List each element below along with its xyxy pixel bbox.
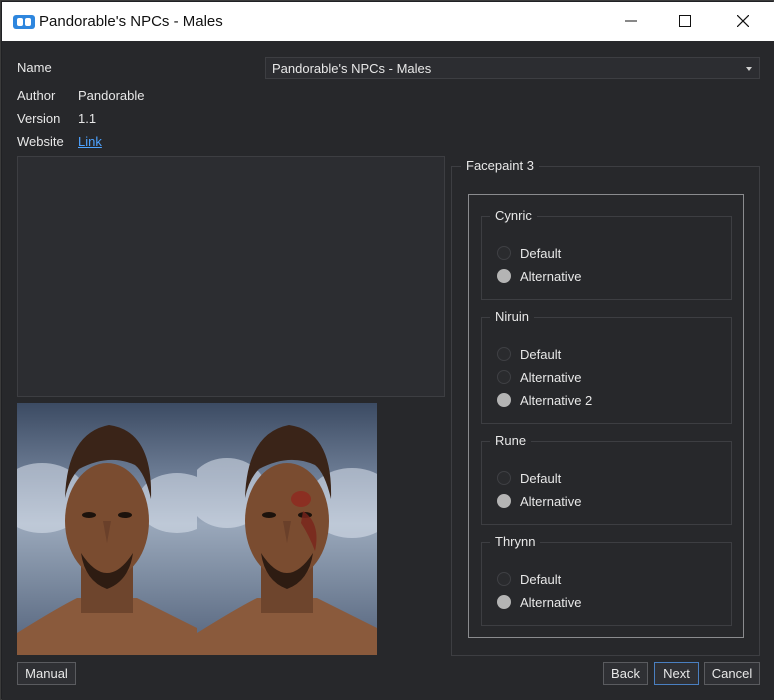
chevron-down-icon xyxy=(746,67,752,71)
name-dropdown-value: Pandorable's NPCs - Males xyxy=(272,61,432,76)
radio-checked-icon[interactable] xyxy=(497,393,511,407)
installer-content: Name Pandorable's NPCs - Males Author Pa… xyxy=(2,41,774,700)
version-label: Version xyxy=(17,111,61,126)
option-group-title: Thrynn xyxy=(490,534,541,549)
window-title: Pandorable's NPCs - Males xyxy=(39,13,223,30)
preview-image xyxy=(17,403,377,655)
back-button[interactable]: Back xyxy=(603,662,648,685)
radio-checked-icon[interactable] xyxy=(497,595,511,609)
close-icon xyxy=(737,15,749,27)
option-label: Alternative xyxy=(520,370,582,385)
radio-checked-icon[interactable] xyxy=(497,269,511,283)
facepaint-group-title: Facepaint 3 xyxy=(461,158,539,173)
option-label: Default xyxy=(520,347,562,362)
option-label: Alternative xyxy=(520,269,582,284)
title-bar[interactable]: Pandorable's NPCs - Males xyxy=(2,2,774,41)
option-label: Default xyxy=(520,246,562,261)
option-group-niruin: Niruin Default Alternative Alternative 2 xyxy=(481,309,732,424)
option-group-title: Niruin xyxy=(490,309,534,324)
option-label: Alternative xyxy=(520,595,582,610)
website-link[interactable]: Link xyxy=(78,134,102,149)
maximize-button[interactable] xyxy=(660,2,710,41)
radio-unchecked-icon[interactable] xyxy=(497,471,511,485)
option-label: Default xyxy=(520,471,562,486)
option-group-cynric: Cynric Default Alternative xyxy=(481,208,732,300)
author-label: Author xyxy=(17,88,56,103)
radio-unchecked-icon[interactable] xyxy=(497,347,511,361)
minimize-icon xyxy=(625,20,637,22)
app-logo-icon xyxy=(13,15,35,29)
option-group-rune: Rune Default Alternative xyxy=(481,433,732,525)
radio-unchecked-icon[interactable] xyxy=(497,370,511,384)
website-label: Website xyxy=(17,134,64,149)
option-label: Alternative 2 xyxy=(520,393,593,408)
radio-unchecked-icon[interactable] xyxy=(497,572,511,586)
radio-checked-icon[interactable] xyxy=(497,494,511,508)
option-group-title: Rune xyxy=(490,433,532,448)
close-button[interactable] xyxy=(718,2,768,41)
manual-button[interactable]: Manual xyxy=(17,662,76,685)
minimize-button[interactable] xyxy=(606,2,656,41)
option-group-title: Cynric xyxy=(490,208,537,223)
name-label: Name xyxy=(17,60,52,75)
preview-alternative-face xyxy=(197,403,377,655)
maximize-icon xyxy=(679,15,691,27)
options-scroll-area[interactable]: Cynric Default Alternative Niruin Defaul… xyxy=(468,194,744,638)
version-value: 1.1 xyxy=(78,111,97,126)
description-box[interactable] xyxy=(17,156,445,397)
name-dropdown[interactable]: Pandorable's NPCs - Males xyxy=(265,57,760,79)
installer-window: Pandorable's NPCs - Males Name Pandorabl… xyxy=(0,0,774,700)
author-value: Pandorable xyxy=(78,88,145,103)
preview-default-face xyxy=(17,403,197,655)
next-button[interactable]: Next xyxy=(654,662,699,685)
cancel-button[interactable]: Cancel xyxy=(704,662,760,685)
option-group-thrynn: Thrynn Default Alternative xyxy=(481,534,732,626)
facepaint-options-group: Facepaint 3 Cynric Default Alternative N… xyxy=(451,158,760,656)
option-label: Alternative xyxy=(520,494,582,509)
radio-unchecked-icon[interactable] xyxy=(497,246,511,260)
option-label: Default xyxy=(520,572,562,587)
